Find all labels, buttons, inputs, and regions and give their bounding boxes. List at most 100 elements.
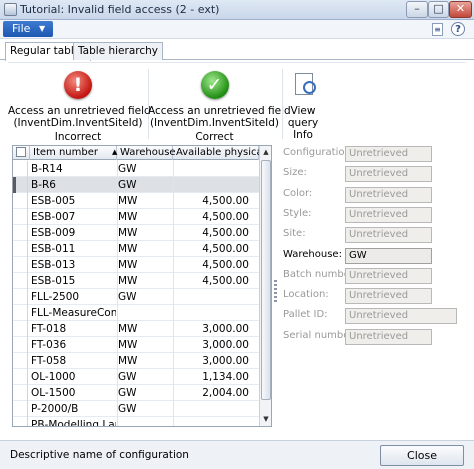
action-ribbon: ! Access an unretrieved field (InventDim…: [8, 62, 466, 143]
table-row[interactable]: FT-018 MW 3,000.00: [13, 321, 259, 337]
row-selector[interactable]: [13, 289, 28, 305]
detail-field-value[interactable]: GW: [345, 247, 432, 264]
scroll-up-icon[interactable]: ▲: [260, 146, 271, 159]
detail-field-row: Warehouse: GW: [283, 247, 463, 264]
detail-field-value: Unretrieved: [345, 206, 432, 223]
detail-field-value: Unretrieved: [345, 227, 432, 244]
cell-available-physical: 1,134.00: [202, 371, 249, 383]
cell-warehouse: MW: [118, 275, 138, 287]
cell-warehouse: GW: [118, 403, 137, 415]
maximize-button[interactable]: □: [428, 1, 449, 18]
detail-field-row: Pallet ID: Unretrieved: [283, 308, 463, 325]
chevron-down-icon: ▼: [39, 24, 46, 33]
minimize-button[interactable]: –: [406, 1, 428, 18]
table-row[interactable]: ESB-013 MW 4,500.00: [13, 257, 259, 273]
cell-available-physical: 2,004.00: [202, 387, 249, 399]
cell-warehouse: GW: [118, 163, 137, 175]
close-button[interactable]: Close: [380, 445, 464, 466]
cell-warehouse: MW: [118, 323, 138, 335]
table-row[interactable]: PB-Modelling Lamp: [13, 417, 259, 426]
view-query-label-2: query: [287, 117, 319, 129]
help-icon[interactable]: ?: [451, 22, 465, 36]
table-row[interactable]: OL-1000 GW 1,134.00: [13, 369, 259, 385]
column-header-item-number[interactable]: Item number ▲: [30, 146, 117, 160]
table-row[interactable]: ESB-005 MW 4,500.00: [13, 193, 259, 209]
detail-field-label: Location:: [283, 289, 329, 301]
table-row[interactable]: ESB-009 MW 4,500.00: [13, 225, 259, 241]
cell-item-number: FT-036: [31, 339, 67, 351]
row-selector[interactable]: [13, 257, 28, 273]
cell-available-physical: 4,500.00: [202, 227, 249, 239]
document-icon[interactable]: ≡: [432, 23, 443, 36]
scroll-down-icon[interactable]: ▼: [260, 413, 271, 426]
select-all-checkbox[interactable]: [16, 147, 26, 157]
close-window-button[interactable]: ✕: [449, 1, 472, 18]
table-row[interactable]: ESB-011 MW 4,500.00: [13, 241, 259, 257]
row-selector[interactable]: [13, 353, 28, 369]
incorrect-access-button[interactable]: ! Access an unretrieved field (InventDim…: [8, 67, 151, 143]
row-selector[interactable]: [13, 177, 28, 193]
correct-access-label: Access an unretrieved field: [148, 105, 291, 117]
row-selector[interactable]: [13, 161, 28, 177]
row-selector[interactable]: [13, 193, 28, 209]
table-row[interactable]: FT-036 MW 3,000.00: [13, 337, 259, 353]
row-selector[interactable]: [13, 417, 28, 426]
view-query-button[interactable]: View query Info: [283, 67, 323, 141]
column-header-available-physical[interactable]: Available physical: [173, 146, 265, 160]
row-selector[interactable]: [13, 321, 28, 337]
detail-field-label: Warehouse:: [283, 248, 342, 260]
table-row[interactable]: B-R14 GW: [13, 161, 259, 177]
row-selector[interactable]: [13, 225, 28, 241]
group-label-incorrect: Incorrect: [54, 131, 102, 143]
status-text: Descriptive name of configuration: [10, 449, 189, 461]
detail-field-row: Site: Unretrieved: [283, 227, 463, 244]
cell-available-physical: 4,500.00: [202, 259, 249, 271]
table-row[interactable]: FLL-2500 GW: [13, 289, 259, 305]
table-row[interactable]: FLL-MeasureConfig: [13, 305, 259, 321]
column-header-warehouse[interactable]: Warehouse: [117, 146, 176, 160]
cell-available-physical: [173, 417, 257, 426]
incorrect-access-label: Access an unretrieved field: [8, 105, 151, 117]
table-row[interactable]: FT-058 MW 3,000.00: [13, 353, 259, 369]
title-bar: Tutorial: Invalid field access (2 - ext)…: [0, 0, 474, 20]
app-icon: [4, 3, 17, 16]
row-selector[interactable]: [13, 273, 28, 289]
cell-warehouse: GW: [118, 291, 137, 303]
table-row[interactable]: P-2000/B GW: [13, 401, 259, 417]
window-title: Tutorial: Invalid field access (2 - ext): [20, 3, 220, 16]
table-row[interactable]: OL-1500 GW 2,004.00: [13, 385, 259, 401]
correct-access-button[interactable]: ✓ Access an unretrieved field (InventDim…: [148, 67, 291, 143]
table-row[interactable]: B-R6 GW: [13, 177, 259, 193]
cell-available-physical: [173, 177, 257, 193]
row-selector[interactable]: [13, 209, 28, 225]
cell-item-number: P-2000/B: [31, 403, 79, 415]
row-selector[interactable]: [13, 369, 28, 385]
cell-available-physical: 4,500.00: [202, 195, 249, 207]
checkmark-icon: ✓: [200, 71, 229, 99]
cell-item-number: FT-018: [31, 323, 67, 335]
table-row[interactable]: ESB-007 MW 4,500.00: [13, 209, 259, 225]
row-selector[interactable]: [13, 385, 28, 401]
tab-table-hierarchy[interactable]: Table hierarchy: [73, 42, 164, 60]
cell-warehouse: MW: [118, 339, 138, 351]
row-selector[interactable]: [13, 337, 28, 353]
cell-available-physical: [173, 305, 257, 321]
row-selector[interactable]: [13, 401, 28, 417]
menu-bar: File ▼ ≡ ?: [0, 20, 474, 39]
magnifier-document-icon: [295, 73, 316, 95]
items-grid[interactable]: Item number ▲ Warehouse Available physic…: [12, 145, 272, 427]
scroll-thumb[interactable]: [261, 160, 271, 400]
cell-available-physical: 4,500.00: [202, 275, 249, 287]
detail-field-label: Site:: [283, 228, 306, 240]
panel-splitter-handle[interactable]: [274, 280, 277, 304]
detail-field-row: Batch number: Unretrieved: [283, 267, 463, 284]
cell-warehouse: [117, 417, 173, 426]
cell-item-number: FLL-MeasureConfig: [31, 307, 116, 319]
file-menu-button[interactable]: File ▼: [3, 21, 53, 37]
vertical-scrollbar[interactable]: ▲ ▼: [259, 146, 271, 426]
row-selector[interactable]: [13, 305, 28, 321]
cell-available-physical: 3,000.00: [202, 355, 249, 367]
row-selector[interactable]: [13, 241, 28, 257]
cell-item-number: FLL-2500: [31, 291, 80, 303]
table-row[interactable]: ESB-015 MW 4,500.00: [13, 273, 259, 289]
